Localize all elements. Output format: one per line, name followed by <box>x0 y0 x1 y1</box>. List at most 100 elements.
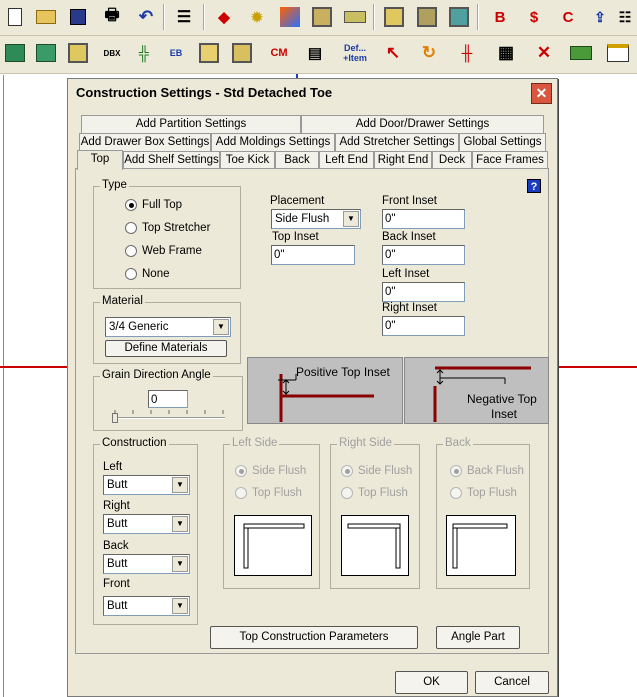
tab-face-frames[interactable]: Face Frames <box>472 151 548 169</box>
define-materials-button[interactable]: Define Materials <box>105 340 227 357</box>
list-icon[interactable]: ☷ <box>612 4 637 30</box>
grid-icon[interactable]: ▦ <box>493 40 519 66</box>
wall-cabinet-icon[interactable] <box>33 40 59 66</box>
tab-toe-kick[interactable]: Toe Kick <box>220 151 275 169</box>
negative-top-inset-label-1: Negative Top <box>467 392 537 406</box>
report-b-icon[interactable]: B <box>487 4 513 30</box>
tab-deck[interactable]: Deck <box>432 151 472 169</box>
tab-add-stretcher-settings[interactable]: Add Stretcher Settings <box>335 133 459 151</box>
right-inset-input[interactable]: 0" <box>382 316 465 336</box>
back-inset-input[interactable]: 0" <box>382 245 465 265</box>
material-select[interactable]: 3/4 Generic ▼ <box>105 317 231 337</box>
grain-angle-input[interactable]: 0 <box>148 390 188 408</box>
canvas-red-line-right <box>558 366 637 368</box>
construction-back-select[interactable]: Butt ▼ <box>103 554 190 574</box>
dialog-titlebar[interactable]: Construction Settings - Std Detached Toe… <box>68 79 557 107</box>
gradient-icon[interactable] <box>277 4 303 30</box>
top-inset-input[interactable]: 0" <box>271 245 355 265</box>
right-side-flush-radio[interactable]: Side Flush <box>341 465 412 477</box>
cm-icon[interactable]: CM <box>266 40 292 66</box>
left-top-flush-radio[interactable]: Top Flush <box>235 487 302 499</box>
settings-panel-icon[interactable]: ▤ <box>302 40 328 66</box>
slab-icon[interactable] <box>342 4 368 30</box>
construction-left-select[interactable]: Butt ▼ <box>103 475 190 495</box>
money-icon[interactable] <box>568 40 594 66</box>
right-inset-label: Right Inset <box>382 302 437 314</box>
tab-back[interactable]: Back <box>275 151 319 169</box>
export-icon[interactable]: ⇪ <box>587 4 613 30</box>
left-inset-input[interactable]: 0" <box>382 282 465 302</box>
report-cost-icon[interactable]: $ <box>521 4 547 30</box>
edge-band-icon[interactable]: EB <box>163 40 189 66</box>
positive-top-inset-diagram: Positive Top Inset <box>247 357 403 424</box>
type-full-top-radio[interactable]: Full Top <box>125 199 182 211</box>
drawer-box-icon[interactable]: DBX <box>99 40 125 66</box>
back-side-preview <box>446 515 516 576</box>
open-folder-icon[interactable] <box>33 4 59 30</box>
tab-top[interactable]: Top <box>77 150 123 170</box>
tab-add-shelf-settings[interactable]: Add Shelf Settings <box>123 151 220 169</box>
right-top-flush-radio[interactable]: Top Flush <box>341 487 408 499</box>
dialog-title: Construction Settings - Std Detached Toe <box>76 85 333 100</box>
construction-right-select[interactable]: Butt ▼ <box>103 514 190 534</box>
tab-global-settings[interactable]: Global Settings <box>459 133 546 151</box>
type-group: Type Full Top Top Stretcher Web Frame No… <box>93 179 241 289</box>
cabinet-grid-icon[interactable] <box>446 4 472 30</box>
define-item-button[interactable]: Def... +Item <box>340 40 370 66</box>
left-side-group: Left Side Side Flush Top Flush <box>223 437 320 589</box>
rotate-icon[interactable]: ↻ <box>416 40 442 66</box>
type-top-stretcher-radio[interactable]: Top Stretcher <box>125 222 210 234</box>
construction-right-label: Right <box>103 500 130 512</box>
negative-top-inset-diagram: Negative Top Inset <box>404 357 549 424</box>
tab-add-door-drawer-settings[interactable]: Add Door/Drawer Settings <box>301 115 544 133</box>
right-side-group: Right Side Side Flush Top Flush <box>330 437 420 589</box>
toolbar-separator <box>203 4 205 30</box>
dimension-icon[interactable]: ╫ <box>454 40 480 66</box>
help-icon[interactable]: ? <box>527 179 541 193</box>
tab-right-end[interactable]: Right End <box>374 151 432 169</box>
construction-front-select[interactable]: Butt ▼ <box>103 596 190 616</box>
ok-button[interactable]: OK <box>395 671 468 694</box>
type-none-radio[interactable]: None <box>125 268 170 280</box>
print-icon[interactable]: 🖶 <box>99 4 125 30</box>
light-bulb-icon[interactable]: ✹ <box>244 4 270 30</box>
arch-icon[interactable] <box>309 4 335 30</box>
shelf-icon[interactable] <box>229 40 255 66</box>
new-document-icon[interactable] <box>2 4 28 30</box>
report-c-icon[interactable]: C <box>555 4 581 30</box>
grain-slider-ticks <box>114 410 224 414</box>
tab-add-moldings-settings[interactable]: Add Moldings Settings <box>211 133 335 151</box>
partition-icon[interactable]: ╬ <box>131 40 157 66</box>
front-inset-input[interactable]: 0" <box>382 209 465 229</box>
back-flush-radio[interactable]: Back Flush <box>450 465 524 477</box>
left-side-flush-radio[interactable]: Side Flush <box>235 465 306 477</box>
right-side-preview <box>341 515 409 576</box>
type-web-frame-radio[interactable]: Web Frame <box>125 245 202 257</box>
drawer-cabinet-icon[interactable] <box>65 40 91 66</box>
delete-icon[interactable]: ✕ <box>531 40 557 66</box>
cabinet-front-icon[interactable] <box>381 4 407 30</box>
angle-part-button[interactable]: Angle Part <box>436 626 520 649</box>
negative-top-inset-label-2: Inset <box>491 407 518 421</box>
color-palette-icon[interactable]: ◆ <box>211 4 237 30</box>
undo-icon[interactable]: ↶ <box>133 4 159 30</box>
tab-add-drawer-box-settings[interactable]: Add Drawer Box Settings <box>79 133 211 151</box>
base-cabinet-icon[interactable] <box>2 40 28 66</box>
type-group-label: Type <box>100 179 129 191</box>
toolbar-separator <box>477 4 479 30</box>
save-icon[interactable] <box>65 4 91 30</box>
calendar-icon[interactable] <box>605 40 631 66</box>
cancel-button[interactable]: Cancel <box>475 671 549 694</box>
back-top-flush-radio[interactable]: Top Flush <box>450 487 517 499</box>
pointer-tool-icon[interactable]: ↖ <box>380 40 406 66</box>
molding-icon[interactable] <box>196 40 222 66</box>
cabinet-drawers-icon[interactable] <box>414 4 440 30</box>
top-construction-parameters-button[interactable]: Top Construction Parameters <box>210 626 418 649</box>
canvas-red-line-left <box>0 366 67 368</box>
tab-left-end[interactable]: Left End <box>319 151 374 169</box>
placement-select[interactable]: Side Flush ▼ <box>271 209 361 229</box>
settings-sliders-icon[interactable]: ☰ <box>171 4 197 30</box>
close-icon[interactable]: ✕ <box>531 83 552 104</box>
tab-add-partition-settings[interactable]: Add Partition Settings <box>81 115 301 133</box>
grain-direction-label: Grain Direction Angle <box>100 369 213 381</box>
